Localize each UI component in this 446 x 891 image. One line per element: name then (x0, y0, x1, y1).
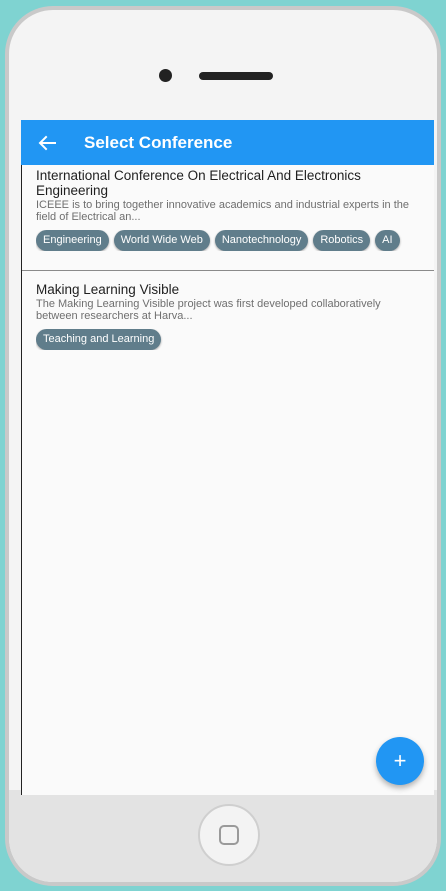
speaker-grille (199, 72, 273, 80)
conference-list-item[interactable]: International Conference On Electrical A… (21, 168, 434, 251)
conference-description: The Making Learning Visible project was … (36, 298, 381, 322)
tag-chip[interactable]: Engineering (36, 230, 109, 251)
conference-title: Making Learning Visible (36, 282, 180, 297)
conference-description: ICEEE is to bring together innovative ac… (36, 199, 409, 223)
home-button[interactable] (198, 804, 260, 866)
home-square-icon (219, 825, 239, 845)
conference-list-item[interactable]: Making Learning Visible The Making Learn… (21, 282, 434, 350)
tag-chip[interactable]: Nanotechnology (214, 230, 309, 251)
list-divider (21, 270, 434, 271)
tag-chip[interactable]: Teaching and Learning (36, 329, 162, 350)
tag-list: Engineering World Wide Web Nanotechnolog… (36, 230, 419, 251)
page-title: Select Conference (84, 132, 233, 152)
arrow-left-icon (38, 135, 56, 150)
tag-chip[interactable]: AI (375, 230, 400, 251)
camera-icon (159, 69, 172, 82)
tag-chip[interactable]: Robotics (313, 230, 371, 251)
app-screen: Select Conference International Conferen… (21, 120, 434, 795)
app-bar: Select Conference (21, 120, 434, 165)
screen-edge (21, 165, 22, 795)
tag-chip[interactable]: World Wide Web (113, 230, 210, 251)
plus-icon: + (393, 748, 407, 773)
conference-title: International Conference On Electrical A… (36, 168, 361, 198)
back-button[interactable] (21, 120, 73, 165)
add-conference-button[interactable]: + (376, 737, 424, 785)
tag-list: Teaching and Learning (36, 329, 419, 350)
